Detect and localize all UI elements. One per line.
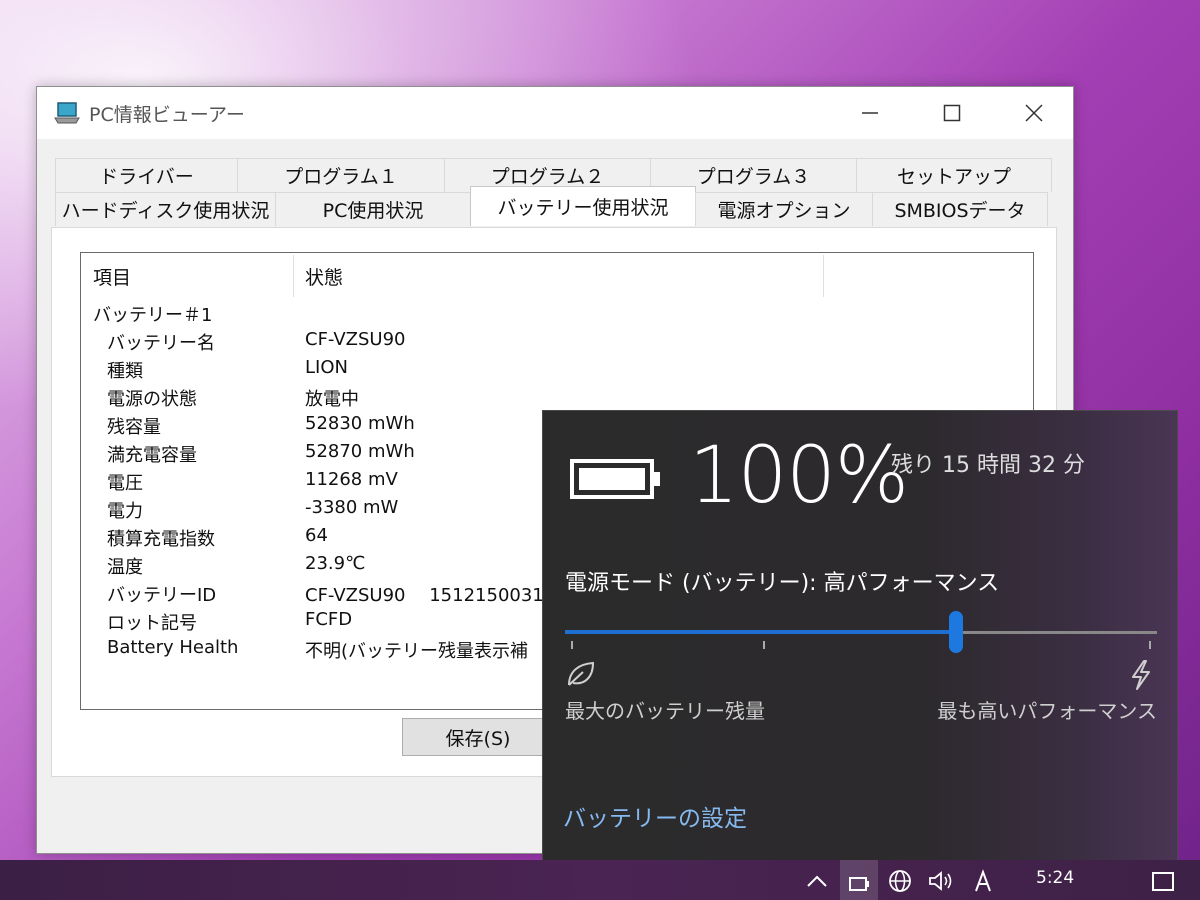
row-key: 電力 <box>107 501 143 522</box>
tab-driver[interactable]: ドライバー <box>55 158 238 192</box>
table-row[interactable]: 種類 LION <box>81 355 1033 383</box>
row-value: FCFD <box>305 609 353 630</box>
minimize-button[interactable] <box>843 87 897 139</box>
tab-setup[interactable]: セットアップ <box>856 158 1052 192</box>
list-group-row[interactable]: バッテリー＃1 <box>81 299 1033 327</box>
ime-mode-icon <box>975 869 991 892</box>
column-separator[interactable] <box>823 255 824 297</box>
save-button[interactable]: 保存(S) <box>402 718 554 756</box>
battery-time-remaining: 残り 15 時間 32 分 <box>891 453 1085 478</box>
notification-icon <box>1152 872 1174 891</box>
close-button[interactable] <box>1007 87 1061 139</box>
row-value: 11268 mV <box>305 469 398 490</box>
taskbar: 5:24 <box>0 860 1200 900</box>
slider-track-filled[interactable] <box>565 630 957 634</box>
taskbar-clock[interactable]: 5:24 <box>1036 868 1074 888</box>
row-key: 満充電容量 <box>107 445 197 466</box>
row-key: 種類 <box>107 361 143 382</box>
tab-power-options[interactable]: 電源オプション <box>695 192 873 226</box>
tab-row-2: ハードディスク使用状況 PC使用状況 バッテリー使用状況 電源オプション SMB… <box>55 186 1048 226</box>
slider-max-label: 最も高いパフォーマンス <box>937 699 1157 723</box>
column-separator[interactable] <box>293 255 294 297</box>
row-value: 23.9℃ <box>305 553 366 574</box>
battery-percentage: 100% <box>689 431 909 521</box>
row-value: CF-VZSU90 <box>305 329 406 350</box>
show-hidden-icons-button[interactable] <box>804 866 830 896</box>
tab-smbios-data[interactable]: SMBIOSデータ <box>872 192 1048 226</box>
list-header: 項目 状態 <box>81 253 1033 297</box>
maximize-button[interactable] <box>925 87 979 139</box>
title-bar[interactable]: PC情報ビューアー <box>37 87 1073 139</box>
network-button[interactable] <box>886 866 914 896</box>
close-icon <box>1025 104 1043 122</box>
slider-tick <box>763 641 765 649</box>
volume-button[interactable] <box>926 866 956 896</box>
tray-battery[interactable] <box>846 866 872 896</box>
window-title: PC情報ビューアー <box>89 104 245 126</box>
battery-settings-link[interactable]: バッテリーの設定 <box>563 799 747 833</box>
row-value: LION <box>305 357 348 378</box>
row-key: バッテリーID <box>107 585 217 606</box>
laptop-app-icon <box>54 102 80 124</box>
performance-bolt-icon <box>1132 660 1150 690</box>
column-header-status[interactable]: 状態 <box>305 263 343 290</box>
battery-full-icon <box>570 459 660 499</box>
slider-min-label: 最大のバッテリー残量 <box>565 699 765 723</box>
slider-track-remaining[interactable] <box>957 631 1157 634</box>
table-row[interactable]: 電源の状態 放電中 <box>81 383 1033 411</box>
column-header-item[interactable]: 項目 <box>93 263 131 290</box>
tab-hdd-usage[interactable]: ハードディスク使用状況 <box>55 192 276 226</box>
row-value: CF-VZSU90 1512150031 <box>305 585 544 606</box>
row-key: バッテリー名 <box>107 333 215 354</box>
row-value: -3380 mW <box>305 497 399 518</box>
row-key: ロット記号 <box>107 613 197 634</box>
table-row[interactable]: バッテリー名 CF-VZSU90 <box>81 327 1033 355</box>
power-mode-label: 電源モード (バッテリー): 高パフォーマンス <box>565 571 1000 596</box>
maximize-icon <box>943 104 961 122</box>
row-value: 不明(バッテリー残量表示補 <box>305 641 529 662</box>
row-value: 放電中 <box>305 389 359 410</box>
group-label: バッテリー＃1 <box>93 305 213 326</box>
row-key: 積算充電指数 <box>107 529 215 550</box>
row-key: Battery Health <box>107 637 239 658</box>
tab-pc-usage[interactable]: PC使用状況 <box>275 192 471 226</box>
row-key: 電源の状態 <box>107 389 197 410</box>
row-key: 残容量 <box>107 417 161 438</box>
row-value: 64 <box>305 525 328 546</box>
ime-button[interactable] <box>970 866 996 896</box>
row-value: 52830 mWh <box>305 413 415 434</box>
battery-tray-icon <box>849 877 869 891</box>
tab-battery-usage[interactable]: バッテリー使用状況 <box>470 186 696 226</box>
minimize-icon <box>862 112 878 114</box>
row-key: 温度 <box>107 557 143 578</box>
row-value: 52870 mWh <box>305 441 415 462</box>
speaker-icon <box>929 871 952 891</box>
chevron-up-icon <box>807 875 827 887</box>
row-key: 電圧 <box>107 473 143 494</box>
globe-icon <box>889 870 911 892</box>
action-center-button[interactable] <box>1148 866 1178 896</box>
slider-tick <box>1149 641 1151 649</box>
battery-saver-leaf-icon <box>568 661 595 686</box>
battery-flyout: 100% 残り 15 時間 32 分 電源モード (バッテリー): 高パフォーマ… <box>542 410 1178 862</box>
slider-tick <box>571 641 573 649</box>
tab-program-1[interactable]: プログラム１ <box>237 158 445 192</box>
slider-thumb[interactable] <box>949 611 963 653</box>
